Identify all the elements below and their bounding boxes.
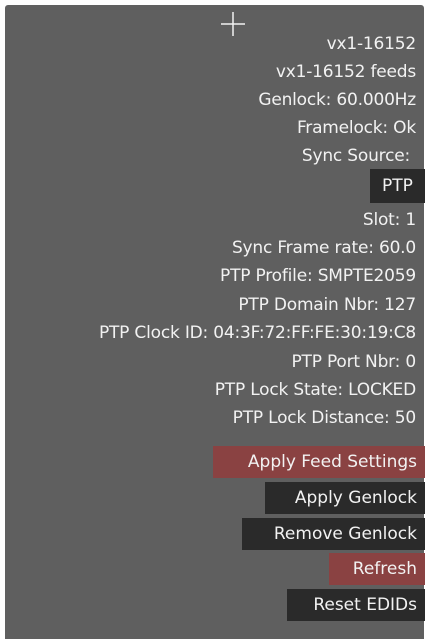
genlock-status: Genlock: 60.000Hz — [258, 90, 416, 110]
refresh-button[interactable]: Refresh — [329, 553, 425, 585]
crosshair-icon — [221, 12, 245, 36]
device-name: vx1-16152 — [326, 34, 417, 54]
sync-source-select[interactable]: PTP — [370, 169, 425, 203]
feeds-title: vx1-16152 feeds — [275, 62, 416, 82]
apply-feed-settings-button[interactable]: Apply Feed Settings — [213, 446, 425, 478]
ptp-port-number: PTP Port Nbr: 0 — [291, 352, 416, 372]
sync-frame-rate: Sync Frame rate: 60.0 — [231, 238, 416, 258]
ptp-profile: PTP Profile: SMPTE2059 — [220, 266, 416, 286]
ptp-lock-state: PTP Lock State: LOCKED — [214, 380, 416, 400]
slot-value: Slot: 1 — [362, 210, 416, 230]
apply-genlock-button[interactable]: Apply Genlock — [265, 482, 425, 514]
ptp-domain-number: PTP Domain Nbr: 127 — [238, 295, 416, 315]
ptp-lock-distance: PTP Lock Distance: 50 — [232, 408, 417, 428]
ptp-clock-id: PTP Clock ID: 04:3F:72:FF:FE:30:19:C8 — [98, 323, 416, 343]
framelock-status: Framelock: Ok — [296, 118, 416, 138]
reset-edids-button[interactable]: Reset EDIDs — [287, 589, 425, 621]
remove-genlock-button[interactable]: Remove Genlock — [242, 518, 425, 550]
sync-source-label: Sync Source: — [301, 146, 410, 166]
